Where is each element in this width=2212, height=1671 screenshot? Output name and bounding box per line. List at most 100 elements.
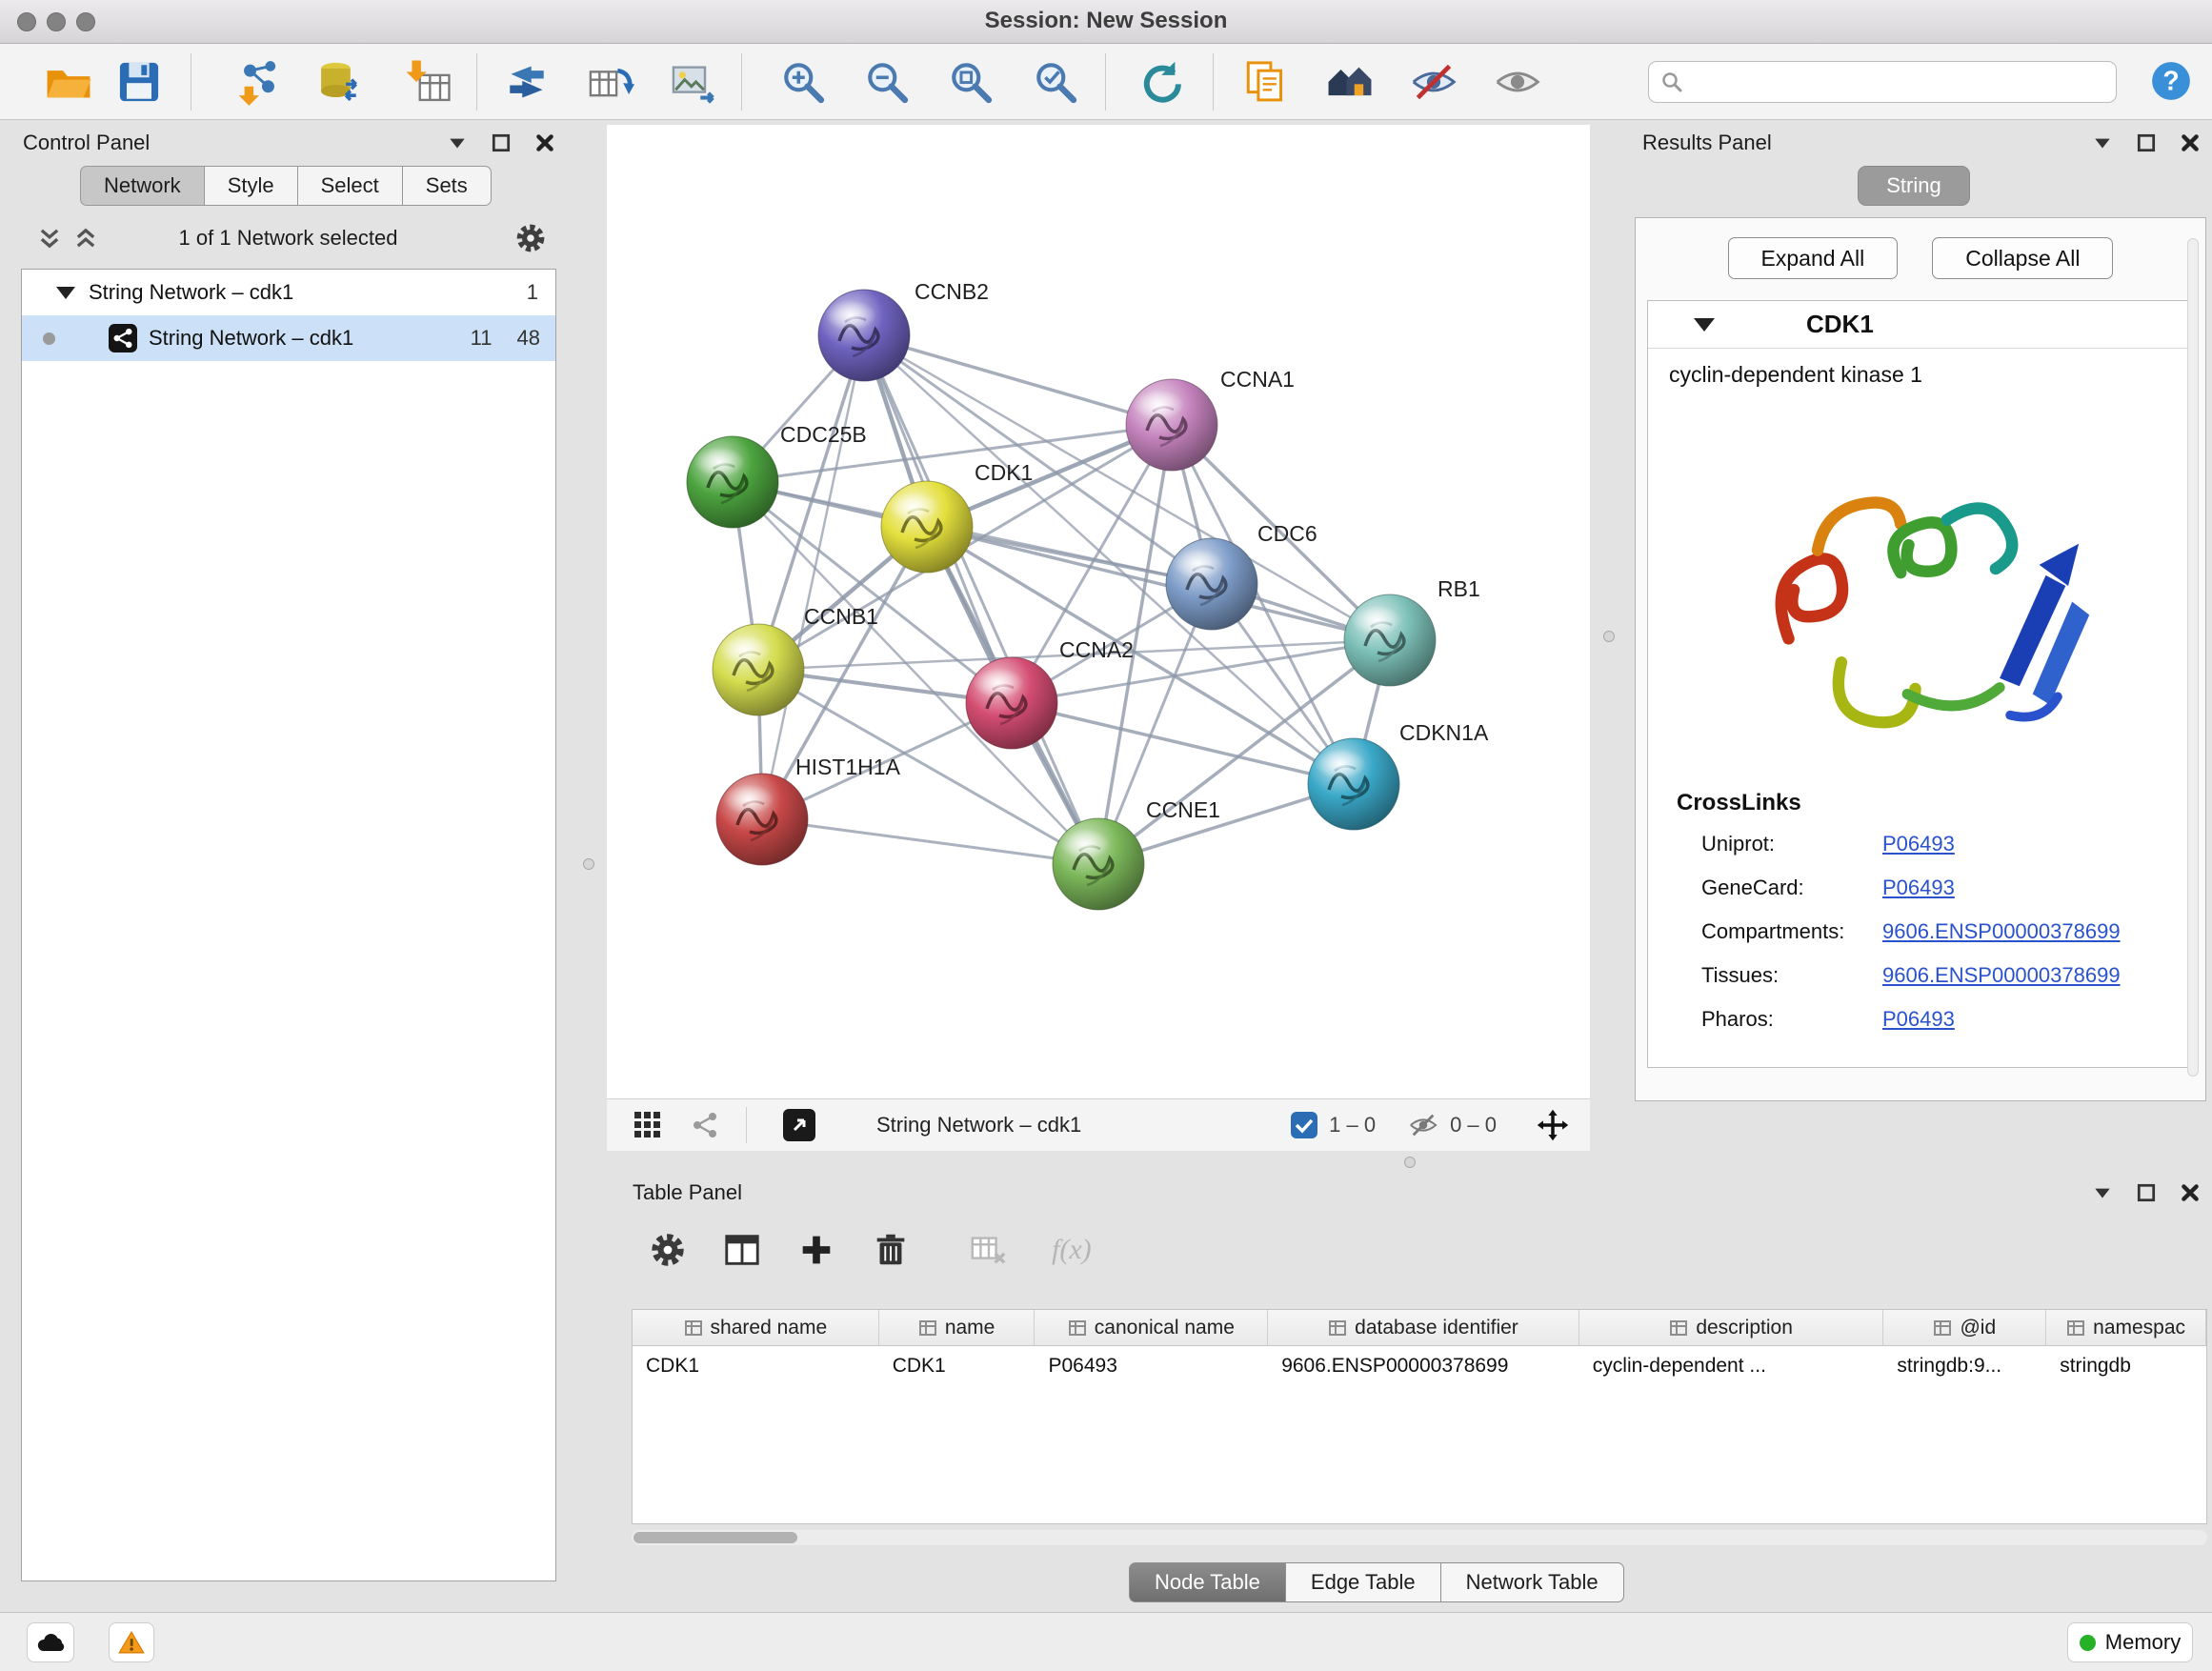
zoom-selected-icon[interactable] (1031, 57, 1080, 107)
crosslink-value-link[interactable]: P06493 (1882, 876, 1955, 900)
zoom-in-icon[interactable] (778, 57, 828, 107)
splitter-handle[interactable] (583, 858, 594, 870)
panel-close-icon[interactable] (2180, 1182, 2201, 1203)
table-settings-gear-icon[interactable] (648, 1230, 688, 1270)
memory-button[interactable]: Memory (2067, 1622, 2193, 1662)
column-header-description[interactable]: description (1579, 1310, 1884, 1345)
table-panel-title: Table Panel (619, 1180, 742, 1205)
network-arrows-icon[interactable] (502, 57, 552, 107)
import-network-database-icon[interactable] (314, 57, 364, 107)
refresh-view-icon[interactable] (1136, 57, 1185, 107)
column-header-namespac[interactable]: namespac (2046, 1310, 2206, 1345)
pan-crosshair-icon[interactable] (1537, 1109, 1569, 1141)
scrollbar-thumb[interactable] (633, 1532, 797, 1543)
selected-checkbox-icon[interactable] (1291, 1112, 1317, 1138)
node-label-rb1: RB1 (1438, 576, 1480, 601)
create-column-plus-icon[interactable] (796, 1230, 836, 1270)
network-view-toolbar: String Network – cdk1 1 – 0 0 – 0 (607, 1098, 1590, 1151)
cloud-status-icon[interactable] (27, 1622, 74, 1662)
crosslink-row: GeneCard:P06493 (1648, 866, 2193, 910)
table-row[interactable]: CDK1CDK1P064939606.ENSP00000378699cyclin… (633, 1346, 2206, 1386)
panel-float-icon[interactable] (447, 132, 468, 153)
export-image-icon[interactable] (668, 57, 717, 107)
table-cell[interactable]: stringdb (2046, 1346, 2206, 1386)
panel-close-icon[interactable] (2180, 132, 2201, 153)
gene-panel-header[interactable]: CDK1 (1648, 301, 2193, 349)
table-cell[interactable]: CDK1 (633, 1346, 879, 1386)
delete-column-trash-icon[interactable] (871, 1230, 911, 1270)
results-scrollbar[interactable] (2187, 238, 2199, 1077)
zoom-fit-icon[interactable] (946, 57, 995, 107)
tab-string[interactable]: String (1858, 166, 1970, 206)
table-tabs: Node TableEdge TableNetwork Table (1129, 1562, 1624, 1602)
gene-collapse-icon[interactable] (1694, 318, 1715, 332)
network-edge[interactable] (762, 819, 1098, 864)
show-panels-icon[interactable] (1493, 57, 1542, 107)
network-from-table-icon[interactable] (585, 57, 634, 107)
zoom-out-icon[interactable] (862, 57, 912, 107)
tab-style[interactable]: Style (205, 166, 298, 206)
network-options-gear-icon[interactable] (513, 221, 548, 255)
expand-all-button[interactable]: Expand All (1728, 237, 1899, 279)
gene-name: CDK1 (1806, 310, 1874, 339)
panel-close-icon[interactable] (534, 132, 555, 153)
titlebar: Session: New Session (0, 0, 2212, 44)
splitter-handle[interactable] (1603, 631, 1615, 642)
column-header-canonical-name[interactable]: canonical name (1035, 1310, 1268, 1345)
save-session-icon[interactable] (114, 57, 164, 107)
panel-maximize-icon[interactable] (2136, 132, 2157, 153)
splitter-handle[interactable] (1404, 1157, 1416, 1168)
table-cell[interactable]: stringdb:9... (1883, 1346, 2046, 1386)
warning-icon[interactable] (109, 1622, 154, 1662)
panel-float-icon[interactable] (2092, 132, 2113, 153)
network-view-canvas[interactable]: CCNB2CCNA1CDC25BCDK1CDC6RB1CCNB1CCNA2CDK… (607, 125, 1590, 1098)
column-header-name[interactable]: name (879, 1310, 1036, 1345)
help-icon[interactable]: ? (2149, 59, 2193, 103)
main-toolbar: ? (0, 44, 2212, 120)
import-network-file-icon[interactable] (234, 57, 284, 107)
panel-maximize-icon[interactable] (2136, 1182, 2157, 1203)
table-cell[interactable]: cyclin-dependent ... (1579, 1346, 1884, 1386)
network-edge[interactable] (927, 527, 1390, 640)
network-edge[interactable] (1012, 703, 1354, 784)
tab-sets[interactable]: Sets (403, 166, 492, 206)
table-cell[interactable]: 9606.ENSP00000378699 (1268, 1346, 1579, 1386)
hide-panels-icon[interactable] (1409, 57, 1458, 107)
table-cell[interactable]: P06493 (1036, 1346, 1269, 1386)
column-header-database-identifier[interactable]: database identifier (1268, 1310, 1579, 1345)
network-edge[interactable] (864, 335, 1098, 864)
open-session-icon[interactable] (44, 57, 93, 107)
tab-edge-table[interactable]: Edge Table (1286, 1562, 1441, 1602)
node-label-ccnb1: CCNB1 (804, 604, 878, 629)
crosslink-value-link[interactable]: 9606.ENSP00000378699 (1882, 919, 2121, 944)
network-row[interactable]: String Network – cdk1 11 48 (22, 315, 555, 361)
panel-maximize-icon[interactable] (491, 132, 512, 153)
home-icon[interactable] (1325, 57, 1375, 107)
export-view-icon[interactable] (783, 1109, 815, 1141)
panel-float-icon[interactable] (2092, 1182, 2113, 1203)
network-share-icon[interactable] (689, 1109, 721, 1141)
crosslink-value-link[interactable]: P06493 (1882, 1007, 1955, 1032)
network-edge[interactable] (762, 335, 864, 819)
column-header--id[interactable]: @id (1883, 1310, 2046, 1345)
tab-network[interactable]: Network (80, 166, 205, 206)
tab-node-table[interactable]: Node Table (1129, 1562, 1286, 1602)
clipboard-document-icon[interactable] (1240, 57, 1290, 107)
network-edge[interactable] (864, 335, 1172, 425)
function-builder-icon[interactable]: f(x) (1052, 1234, 1092, 1266)
collection-expand-icon[interactable] (56, 287, 75, 299)
tab-network-table[interactable]: Network Table (1441, 1562, 1624, 1602)
crosslink-value-link[interactable]: 9606.ENSP00000378699 (1882, 963, 2121, 988)
hidden-eye-slash-icon[interactable] (1408, 1110, 1438, 1140)
birdseye-grid-icon[interactable] (632, 1109, 664, 1141)
show-columns-icon[interactable] (722, 1230, 762, 1270)
crosslink-value-link[interactable]: P06493 (1882, 832, 1955, 856)
search-input[interactable] (1691, 70, 2104, 94)
tab-select[interactable]: Select (298, 166, 403, 206)
import-table-file-icon[interactable] (403, 57, 452, 107)
table-cell[interactable]: CDK1 (879, 1346, 1036, 1386)
network-collection-row[interactable]: String Network – cdk1 1 (22, 270, 555, 315)
delete-table-icon[interactable] (968, 1230, 1008, 1270)
column-header-shared-name[interactable]: shared name (633, 1310, 879, 1345)
collapse-all-button[interactable]: Collapse All (1932, 237, 2113, 279)
